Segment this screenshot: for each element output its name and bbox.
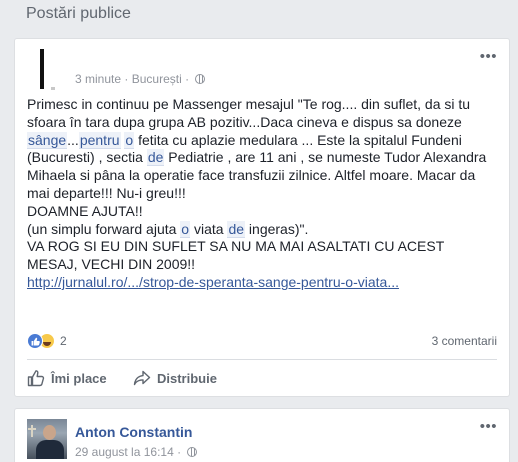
keyword-link[interactable]: de [146, 149, 165, 167]
reactions-count: 2 [60, 334, 67, 348]
author-avatar[interactable] [27, 419, 67, 459]
like-button[interactable]: Îmi place [27, 367, 107, 389]
author-avatar[interactable] [27, 49, 67, 90]
reactions-summary[interactable]: 2 [27, 332, 67, 350]
post-card: 3 minute · București · ••• Primesc in co… [14, 38, 510, 397]
comments-count-link[interactable]: 3 comentarii [432, 334, 497, 348]
like-reaction-icon [27, 333, 43, 349]
author-name[interactable]: Anton Constantin [75, 424, 192, 440]
keyword-link[interactable]: de [227, 220, 246, 238]
post-timestamp[interactable]: 29 august la 16:14 [75, 445, 174, 459]
post-meta: 29 august la 16:14 · [75, 445, 198, 459]
share-button[interactable]: Distribuie [133, 367, 217, 389]
post-text: Primesc in continuu pe Massenger mesajul… [27, 96, 487, 290]
thumbs-up-icon [27, 370, 45, 387]
article-link[interactable]: http://jurnalul.ro/.../strop-de-speranta… [27, 274, 399, 290]
more-options-button[interactable]: ••• [480, 49, 497, 64]
section-title: Postări publice [26, 5, 131, 22]
share-button-label: Distribuie [157, 370, 217, 386]
post-timestamp[interactable]: 3 minute [75, 72, 121, 86]
keyword-link[interactable]: o [180, 220, 191, 238]
more-options-button[interactable]: ••• [480, 419, 497, 434]
like-button-label: Îmi place [51, 370, 107, 386]
post-card: Anton Constantin 29 august la 16:14 · ••… [14, 408, 510, 462]
globe-icon[interactable] [195, 74, 206, 84]
post-meta: 3 minute · București · [75, 72, 206, 86]
keyword-link[interactable]: pentru [78, 131, 121, 149]
post-location[interactable]: București [132, 72, 182, 86]
globe-icon[interactable] [187, 447, 198, 457]
keyword-link[interactable]: sânge [27, 131, 68, 149]
share-icon [133, 370, 151, 386]
keyword-link[interactable]: o [124, 131, 135, 149]
divider [27, 359, 497, 360]
